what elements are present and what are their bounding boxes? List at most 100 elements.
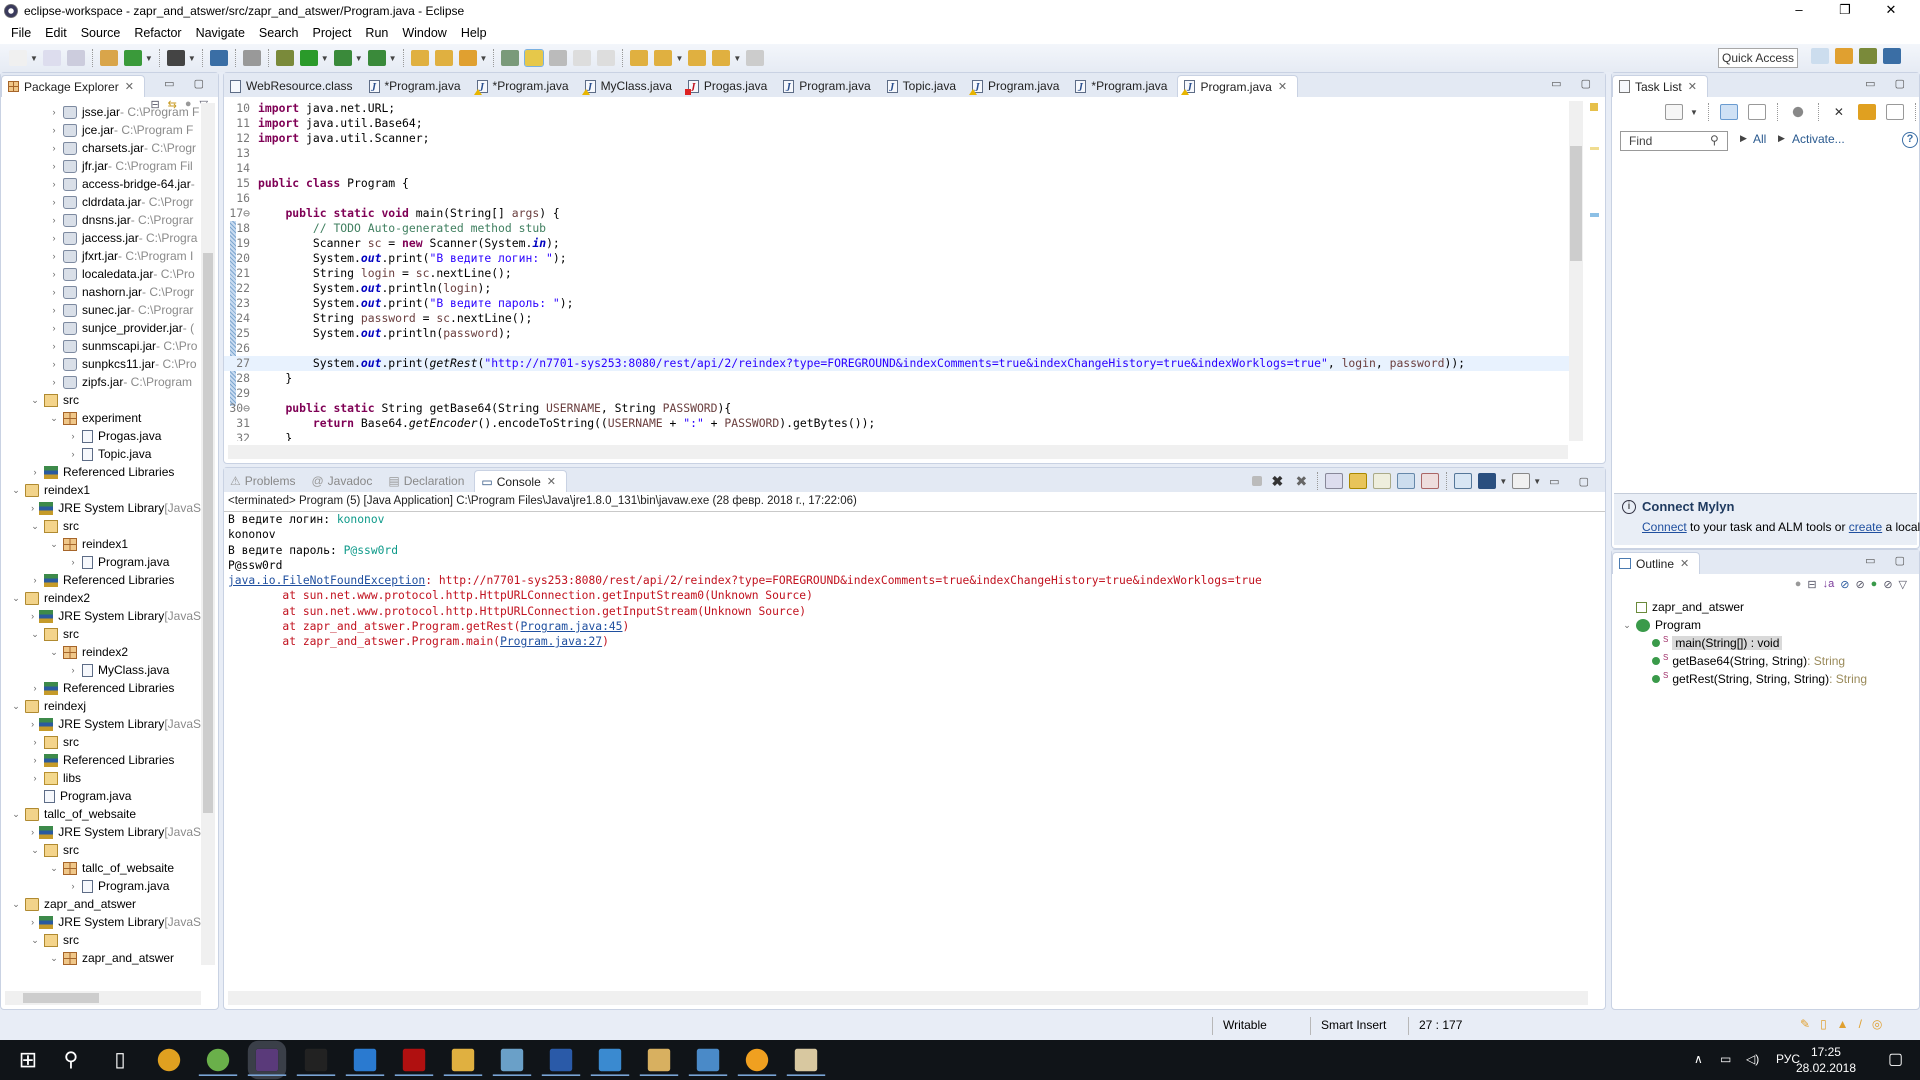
chevron-down-icon[interactable]: ⌄ xyxy=(1622,620,1632,631)
outline-item[interactable]: SgetBase64(String, String) : String xyxy=(1622,652,1912,670)
chevron-down-icon[interactable]: ⌄ xyxy=(49,953,59,964)
chevron-right-icon[interactable]: › xyxy=(68,557,78,567)
tree-item[interactable]: › sunmscapi.jar - C:\Pro xyxy=(1,337,201,355)
minimize-maximize-controls[interactable]: ▭ ▢ xyxy=(164,77,212,90)
task-view-icon[interactable]: ▯ xyxy=(106,1046,134,1074)
hide-static-icon[interactable]: ⊘ xyxy=(1855,578,1864,591)
focus-icon[interactable] xyxy=(1857,104,1876,120)
chevron-right-icon[interactable]: › xyxy=(68,431,78,441)
coverage-icon[interactable] xyxy=(333,50,352,66)
eclipse-icon[interactable] xyxy=(247,1040,287,1080)
tree-item[interactable]: › access-bridge-64.jar - xyxy=(1,175,201,193)
hide-non-public-icon[interactable]: ● xyxy=(1871,578,1878,591)
tree-item[interactable]: Program.java xyxy=(1,787,201,805)
close-icon[interactable]: ✕ xyxy=(125,80,134,93)
stack-trace-link[interactable]: Program.java:27 xyxy=(500,635,602,648)
tree-item[interactable]: › nashorn.jar - C:\Progr xyxy=(1,283,201,301)
tab-console[interactable]: ▭ Console ✕ xyxy=(474,470,567,492)
scrollbar-thumb[interactable] xyxy=(23,993,99,1003)
chrome-icon[interactable] xyxy=(157,1048,181,1072)
ie-icon[interactable] xyxy=(590,1048,630,1076)
chevron-right-icon[interactable]: › xyxy=(30,575,40,585)
outline-item[interactable]: Smain(String[]) : void xyxy=(1622,634,1912,652)
chevron-down-icon[interactable]: ⌄ xyxy=(30,629,40,640)
collapse-all-icon[interactable]: ⊟ xyxy=(1807,578,1816,591)
chevron-down-icon[interactable]: ⌄ xyxy=(49,647,59,658)
chevron-right-icon[interactable]: › xyxy=(49,341,59,351)
dropdown-arrow-icon[interactable]: ▼ xyxy=(321,54,329,63)
tab-declaration[interactable]: ▤ Declaration xyxy=(382,470,474,492)
tree-item[interactable]: › jaccess.jar - C:\Progra xyxy=(1,229,201,247)
view-menu-icon[interactable]: ▽ xyxy=(1899,578,1907,591)
menu-source[interactable]: Source xyxy=(74,26,128,40)
annotation-icon[interactable] xyxy=(501,50,520,66)
tree-item[interactable]: › zipfs.jar - C:\Program xyxy=(1,373,201,391)
close-icon[interactable]: ✕ xyxy=(547,475,556,488)
outlook-icon[interactable] xyxy=(345,1048,385,1076)
save-icon[interactable] xyxy=(42,50,61,66)
terminate-icon[interactable] xyxy=(1252,476,1263,486)
hide-completed-icon[interactable]: ✕ xyxy=(1830,104,1848,120)
tree-item[interactable]: ⌄ tallc_of_websaite xyxy=(1,859,201,877)
tree-item[interactable]: › jfr.jar - C:\Program Fil xyxy=(1,157,201,175)
network-icon[interactable]: ▭ xyxy=(1720,1052,1731,1066)
editor-tab[interactable]: J Program.java ✕ xyxy=(1177,75,1299,97)
tree-item[interactable]: ⌄ zapr_and_atswer xyxy=(1,895,201,913)
external-tools-icon[interactable] xyxy=(367,50,386,66)
open-console-icon[interactable] xyxy=(1512,473,1531,489)
tree-item[interactable]: › sunec.jar - C:\Prograr xyxy=(1,301,201,319)
outline-item[interactable]: ⌄ Program xyxy=(1622,616,1912,634)
tree-item[interactable]: › charsets.jar - C:\Progr xyxy=(1,139,201,157)
pin-console-icon[interactable] xyxy=(1454,473,1473,489)
show-on-stdout-icon[interactable] xyxy=(1397,473,1416,489)
editor-tab[interactable]: J Program.java xyxy=(777,75,880,97)
chevron-right-icon[interactable]: › xyxy=(49,269,59,279)
all-link[interactable]: All xyxy=(1753,132,1766,146)
tree-item[interactable]: ⌄ src xyxy=(1,841,201,859)
open-task-icon[interactable] xyxy=(434,50,453,66)
chevron-down-icon[interactable]: ⌄ xyxy=(49,413,59,424)
tab-task-list[interactable]: Task List ✕ xyxy=(1612,75,1708,97)
chevron-right-icon[interactable]: › xyxy=(30,917,35,927)
collapse-all-icon[interactable] xyxy=(1885,104,1904,120)
dropdown-arrow-icon[interactable]: ▼ xyxy=(480,54,488,63)
editor-tab[interactable]: J Topic.java xyxy=(881,75,966,97)
tree-item[interactable]: ⌄ src xyxy=(1,391,201,409)
activate-link[interactable]: Activate... xyxy=(1792,132,1845,146)
word-wrap-icon[interactable] xyxy=(573,50,592,66)
chevron-right-icon[interactable]: › xyxy=(68,881,78,891)
tree-item[interactable]: ⌄ src xyxy=(1,931,201,949)
minimize-maximize-controls[interactable]: ▭ ▢ xyxy=(1551,77,1599,90)
dropdown-arrow-icon[interactable]: ▼ xyxy=(355,54,363,63)
show-whitespace-icon[interactable] xyxy=(549,50,568,66)
close-icon[interactable]: ✕ xyxy=(1680,557,1689,570)
java-ee-icon[interactable] xyxy=(1835,48,1853,64)
search-icon[interactable] xyxy=(458,50,477,66)
tree-item[interactable]: › Referenced Libraries xyxy=(1,679,201,697)
tree-item[interactable]: ⌄ reindexj xyxy=(1,697,201,715)
save-all-icon[interactable] xyxy=(66,50,85,66)
close-icon[interactable]: ✕ xyxy=(1688,80,1697,93)
tree-item[interactable]: › JRE System Library [JavaS xyxy=(1,499,201,517)
chevron-right-icon[interactable]: › xyxy=(68,449,78,459)
hide-local-types-icon[interactable]: ⊘ xyxy=(1883,578,1892,591)
word-icon[interactable] xyxy=(541,1048,581,1076)
chevron-right-icon[interactable]: › xyxy=(49,161,59,171)
chevron-right-icon[interactable]: › xyxy=(49,305,59,315)
horizontal-scrollbar[interactable] xyxy=(5,991,201,1005)
stack-trace-link[interactable]: Program.java:45 xyxy=(520,620,622,633)
profile-icon[interactable] xyxy=(166,50,185,66)
chevron-right-icon[interactable]: › xyxy=(49,287,59,297)
tab-outline[interactable]: Outline ✕ xyxy=(1612,552,1701,574)
remove-all-launches-icon[interactable]: ✖ xyxy=(1292,473,1310,489)
chevron-right-icon[interactable]: › xyxy=(30,719,35,729)
tree-item[interactable]: › cldrdata.jar - C:\Progr xyxy=(1,193,201,211)
remove-launch-icon[interactable]: ✖ xyxy=(1268,473,1286,489)
menu-navigate[interactable]: Navigate xyxy=(189,26,252,40)
new-class-icon[interactable] xyxy=(123,50,142,66)
hide-fields-icon[interactable]: ⊘ xyxy=(1840,578,1849,591)
java-perspective-icon[interactable] xyxy=(1883,48,1901,64)
chevron-right-icon[interactable]: › xyxy=(49,197,59,207)
folder-icon[interactable] xyxy=(639,1048,679,1076)
menu-project[interactable]: Project xyxy=(306,26,359,40)
